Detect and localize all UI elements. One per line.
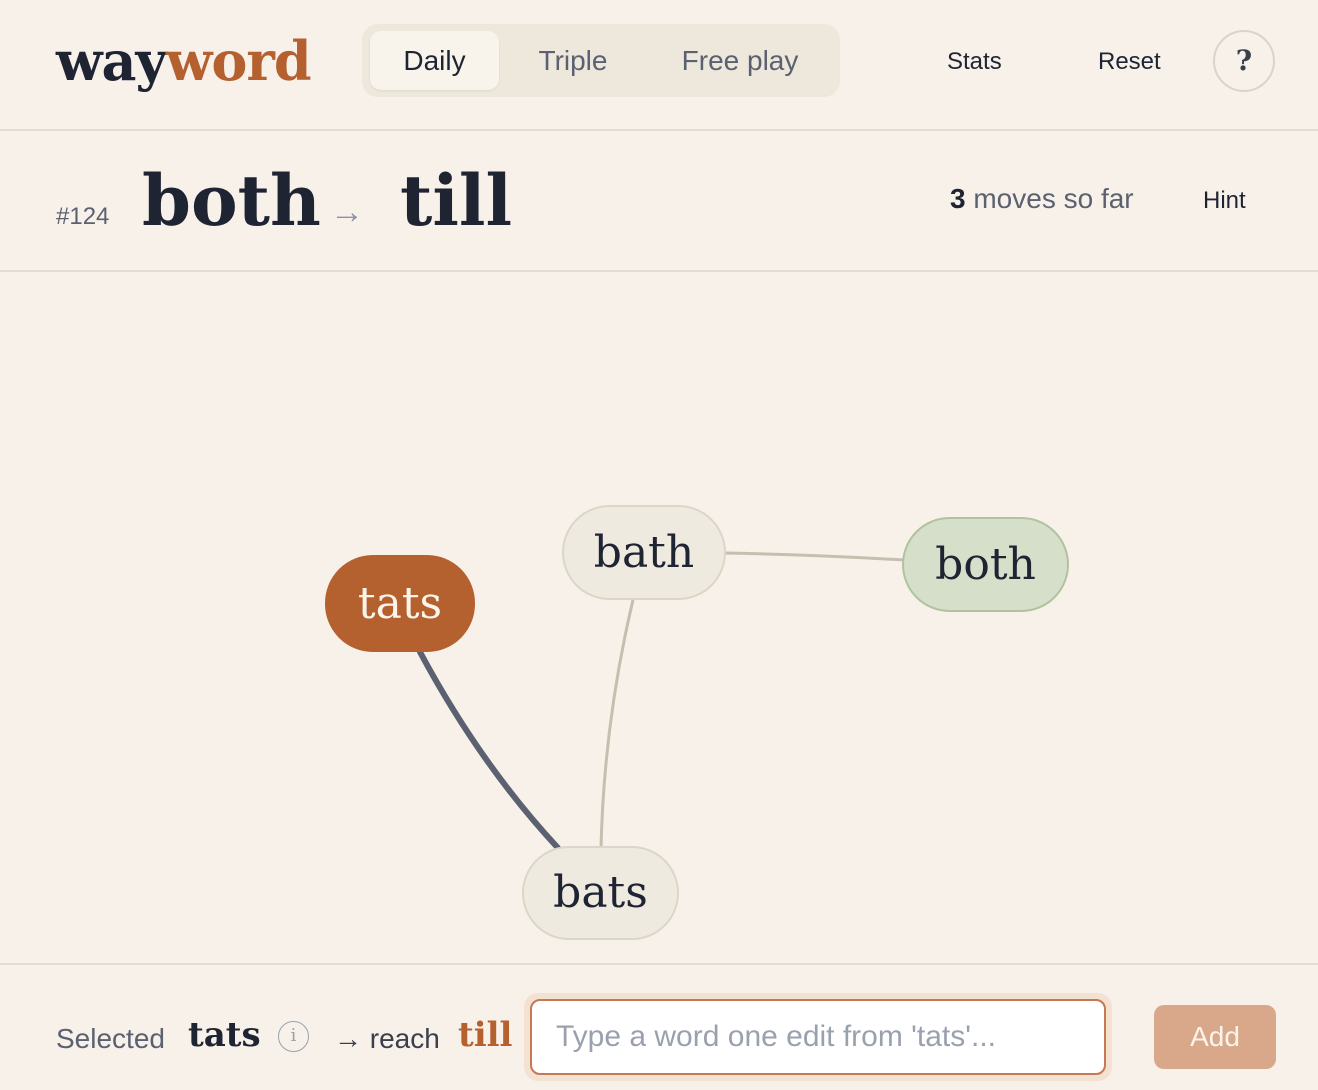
mode-switcher: Daily Triple Free play — [362, 24, 840, 97]
edge-bath-both — [725, 551, 905, 562]
moves-suffix: moves so far — [973, 183, 1134, 214]
node-tats[interactable]: tats — [325, 555, 475, 652]
selected-word: tats — [188, 1015, 261, 1055]
reach-label: → reach — [334, 1023, 440, 1054]
edge-tats-bats — [417, 649, 561, 851]
stats-button[interactable]: Stats — [947, 40, 1002, 84]
moves-counter: 3 moves so far — [950, 183, 1134, 215]
selected-label: Selected — [56, 1023, 165, 1054]
tab-free-play[interactable]: Free play — [662, 31, 818, 90]
start-word: both — [142, 159, 321, 242]
logo-part-way: way — [56, 29, 167, 93]
move-input-bar: Selected tats i → reach till Add — [0, 963, 1318, 1090]
reach-target-word: till — [458, 1015, 513, 1055]
node-both[interactable]: both — [902, 517, 1069, 612]
tab-triple[interactable]: Triple — [512, 31, 634, 90]
hint-button[interactable]: Hint — [1203, 187, 1246, 215]
logo-part-word: word — [165, 29, 312, 93]
reset-button[interactable]: Reset — [1098, 40, 1161, 84]
tab-daily[interactable]: Daily — [370, 31, 499, 90]
app-root: wayword Daily Triple Free play Stats Res… — [0, 0, 1318, 1090]
help-button[interactable]: ? — [1213, 30, 1275, 92]
target-word: till — [400, 159, 513, 242]
top-bar: wayword Daily Triple Free play Stats Res… — [0, 0, 1318, 131]
node-bath[interactable]: bath — [562, 505, 726, 600]
info-icon[interactable]: i — [278, 1021, 309, 1052]
word-graph: tats bath both bats — [0, 272, 1318, 963]
logo: wayword — [56, 26, 312, 96]
moves-count: 3 — [950, 183, 966, 214]
node-bats[interactable]: bats — [522, 846, 679, 940]
puzzle-bar: #124 both → till 3 moves so far Hint — [0, 131, 1318, 272]
arrow-right-icon: → — [330, 193, 364, 231]
puzzle-number: #124 — [56, 203, 110, 230]
word-input-focus-ring — [524, 993, 1112, 1081]
add-button[interactable]: Add — [1154, 1005, 1276, 1069]
edge-bath-bats — [599, 599, 635, 849]
word-input[interactable] — [530, 999, 1106, 1075]
